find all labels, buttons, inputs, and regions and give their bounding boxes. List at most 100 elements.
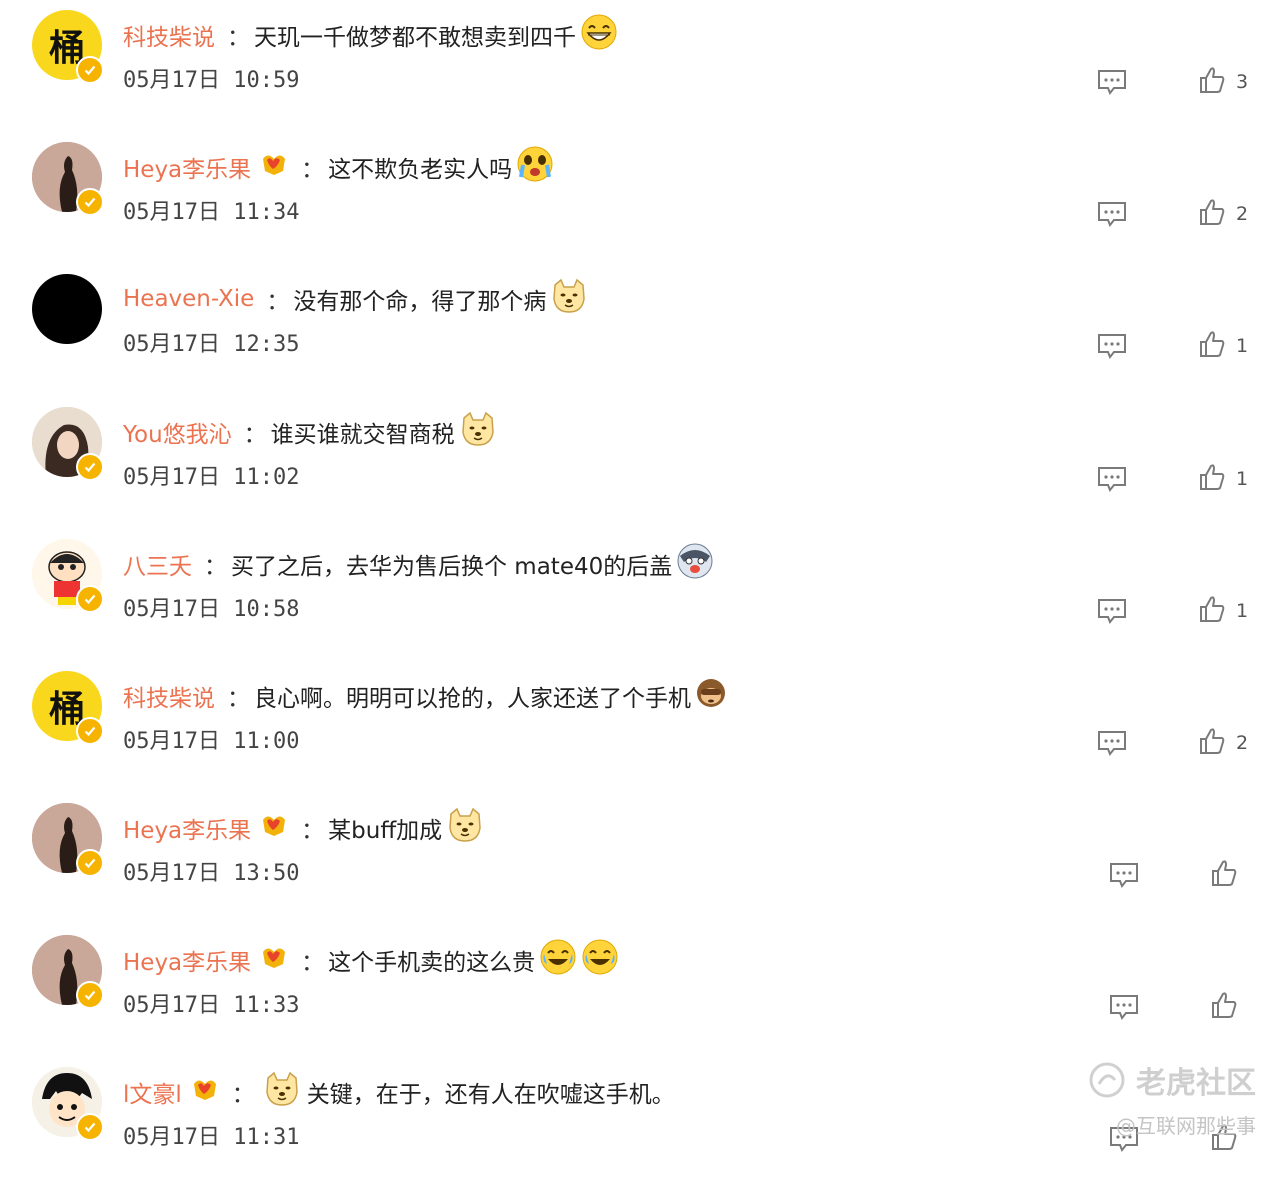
comment-line: Heaven-Xie ：没有那个命，得了那个病 — [123, 277, 588, 321]
doge-emoji — [446, 806, 484, 850]
comment-separator: ： — [301, 157, 325, 183]
laugh-cry-emoji — [539, 938, 577, 982]
comment-icon — [1096, 599, 1128, 629]
comment-separator: ： — [243, 422, 267, 448]
like-count: 1 — [1236, 335, 1249, 357]
like-button[interactable] — [1210, 859, 1238, 891]
fan-badge-icon — [259, 944, 289, 976]
avatar-image — [32, 274, 102, 344]
user-avatar[interactable] — [32, 539, 104, 613]
crying-emoji — [516, 145, 554, 189]
monkey-emoji — [695, 677, 727, 715]
like-button[interactable] — [1210, 991, 1238, 1023]
comment-item: You悠我沁 ：谁买谁就交智商税 05月17日 11:02 1 — [0, 397, 1280, 529]
username-link[interactable]: Heaven-Xie — [123, 286, 254, 312]
like-count: 1 — [1236, 600, 1249, 622]
comment-icon — [1108, 995, 1140, 1025]
verified-icon — [76, 453, 104, 481]
reply-button[interactable] — [1096, 332, 1128, 360]
thumbs-up-icon — [1198, 594, 1226, 628]
username-link[interactable]: Heya李乐果 — [123, 150, 251, 184]
comment-line: 科技柴说 ：天玑一千做梦都不敢想卖到四千 — [123, 13, 618, 57]
comment-separator: ： — [266, 289, 290, 315]
verified-icon — [76, 56, 104, 84]
user-avatar[interactable] — [32, 142, 104, 216]
comment-timestamp: 05月17日 10:58 — [123, 597, 300, 622]
user-avatar[interactable] — [32, 1067, 104, 1141]
doge-emoji — [263, 1070, 301, 1114]
username-link[interactable]: 科技柴说 — [123, 18, 215, 52]
username-link[interactable]: Heya李乐果 — [123, 811, 251, 845]
comment-timestamp: 05月17日 11:02 — [123, 465, 300, 490]
comment-timestamp: 05月17日 11:31 — [123, 1125, 300, 1150]
reply-button[interactable] — [1108, 993, 1140, 1021]
watermark-brand: 老虎社区 — [1136, 1066, 1256, 1101]
reply-button[interactable] — [1096, 729, 1128, 757]
user-avatar[interactable] — [32, 935, 104, 1009]
like-count: 1 — [1236, 468, 1249, 490]
user-avatar[interactable] — [32, 803, 104, 877]
user-avatar[interactable] — [32, 274, 102, 344]
comment-text: 谁买谁就交智商税 — [270, 422, 455, 448]
comment-text: 某buff加成 — [328, 818, 443, 844]
user-avatar[interactable]: 桶 — [32, 10, 104, 84]
like-button[interactable]: 3 — [1198, 66, 1248, 98]
comment-line: Heya李乐果 ：这个手机卖的这么贵 — [123, 938, 619, 982]
like-button[interactable]: 1 — [1198, 595, 1248, 627]
comment-separator: ： — [301, 818, 325, 844]
comment-item: 桶科技柴说 ：天玑一千做梦都不敢想卖到四千 05月17日 10:59 3 — [0, 0, 1280, 132]
comment-line: Heya李乐果 ：某buff加成 — [123, 806, 484, 850]
doge-emoji — [550, 277, 588, 321]
comment-item: Heya李乐果 ：这不欺负老实人吗 05月17日 11:34 2 — [0, 132, 1280, 264]
comment-timestamp: 05月17日 11:34 — [123, 200, 300, 225]
username-link[interactable]: You悠我沁 — [123, 415, 232, 449]
user-avatar[interactable]: 桶 — [32, 671, 104, 745]
comment-text: 这个手机卖的这么贵 — [328, 950, 536, 976]
comment-text: 没有那个命，得了那个病 — [293, 289, 547, 315]
reply-button[interactable] — [1096, 68, 1128, 96]
reply-button[interactable] — [1096, 597, 1128, 625]
thumbs-up-icon — [1210, 990, 1238, 1024]
thumbs-up-icon — [1198, 197, 1226, 231]
fan-badge-icon — [190, 1076, 220, 1108]
like-count: 2 — [1236, 732, 1249, 754]
comment-line: 科技柴说 ：良心啊。明明可以抢的，人家还送了个手机 — [123, 677, 727, 715]
comment-icon — [1096, 467, 1128, 497]
comment-item: 八三夭 ：买了之后，去华为售后换个 mate40的后盖 05月17日 10:58 1 — [0, 529, 1280, 661]
like-count: 3 — [1236, 71, 1249, 93]
like-button[interactable]: 1 — [1198, 330, 1248, 362]
like-button[interactable]: 2 — [1198, 198, 1248, 230]
comment-line: l文豪l ： 关键，在于，还有人在吹嘘这手机。 — [123, 1070, 675, 1114]
comment-timestamp: 05月17日 10:59 — [123, 68, 300, 93]
comment-separator: ： — [301, 950, 325, 976]
comment-text: 关键，在于，还有人在吹嘘这手机。 — [306, 1082, 675, 1108]
user-avatar[interactable] — [32, 407, 104, 481]
reply-button[interactable] — [1096, 200, 1128, 228]
reply-button[interactable] — [1108, 861, 1140, 889]
comment-separator: ： — [231, 1082, 255, 1108]
username-link[interactable]: 科技柴说 — [123, 679, 215, 713]
username-link[interactable]: Heya李乐果 — [123, 943, 251, 977]
username-link[interactable]: 八三夭 — [123, 547, 192, 581]
like-button[interactable]: 2 — [1198, 727, 1248, 759]
comment-icon — [1096, 731, 1128, 761]
comment-icon — [1108, 863, 1140, 893]
reply-button[interactable] — [1096, 465, 1128, 493]
username-link[interactable]: l文豪l — [123, 1075, 182, 1109]
watermark-logo: 老虎社区 — [1088, 1058, 1256, 1102]
doge-emoji — [459, 410, 497, 454]
thumbs-up-icon — [1198, 329, 1226, 363]
comment-separator: ： — [227, 25, 250, 51]
comment-list: 桶科技柴说：天玑一千做梦都不敢想卖到四千 05月17日 10:59 3 Heya李乐果… — [0, 0, 1280, 1154]
comment-item: 桶科技柴说 ：良心啊。明明可以抢的，人家还送了个手机 05月17日 11:00 2 — [0, 661, 1280, 793]
comment-icon — [1108, 1127, 1140, 1157]
comment-timestamp: 05月17日 11:00 — [123, 729, 300, 754]
husky-emoji — [676, 542, 714, 586]
grin-emoji — [580, 13, 618, 57]
laugh-cry-emoji — [581, 938, 619, 982]
like-count: 2 — [1236, 203, 1249, 225]
comment-item: Heaven-Xie ：没有那个命，得了那个病 05月17日 12:35 1 — [0, 264, 1280, 396]
comment-timestamp: 05月17日 12:35 — [123, 332, 300, 357]
comment-timestamp: 05月17日 13:50 — [123, 861, 300, 886]
like-button[interactable]: 1 — [1198, 463, 1248, 495]
